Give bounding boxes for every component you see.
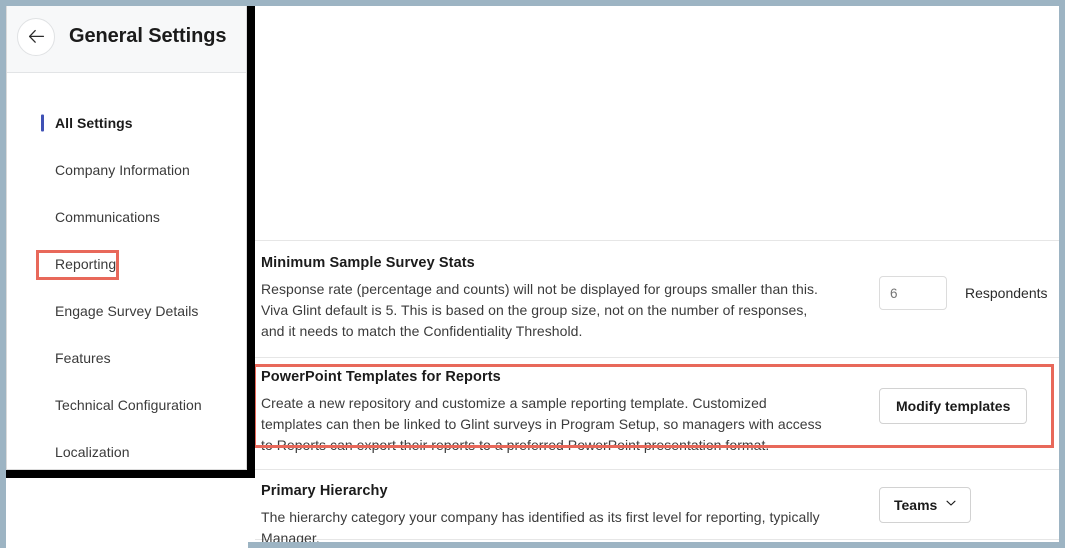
sidebar-item-label: Communications (55, 208, 160, 225)
section-divider (255, 469, 1059, 470)
minimum-sample-respondents-input[interactable] (879, 276, 947, 310)
left-empty-area (6, 486, 248, 548)
sidebar-item-label: All Settings (55, 114, 133, 131)
setting-description: The hierarchy category your company has … (261, 508, 820, 542)
sidebar-item-label: Engage Survey Details (55, 302, 199, 319)
respondents-label: Respondents (965, 285, 1048, 301)
window-border-bottom (248, 542, 1065, 548)
setting-description: Create a new repository and customize a … (261, 394, 822, 454)
screenshot-root: Minimum Sample Survey Stats Response rat… (0, 0, 1065, 548)
setting-row-powerpoint-templates: PowerPoint Templates for Reports Create … (255, 368, 1059, 464)
section-divider (255, 357, 1059, 358)
sidebar-item-label: Company Information (55, 161, 190, 178)
modify-templates-button[interactable]: Modify templates (879, 388, 1028, 424)
sidebar-item-label: Features (55, 349, 111, 366)
setting-control-block: Modify templates (825, 368, 1059, 424)
setting-title: PowerPoint Templates for Reports (261, 369, 501, 385)
sidebar-item-technical-configuration[interactable]: Technical Configuration (7, 381, 246, 428)
setting-text-block: Primary Hierarchy The hierarchy category… (255, 482, 825, 542)
setting-control-block: Respondents (825, 254, 1059, 310)
setting-text-block: Minimum Sample Survey Stats Response rat… (255, 254, 825, 342)
sidebar-item-features[interactable]: Features (7, 334, 246, 381)
sidebar-item-label: Technical Configuration (55, 396, 202, 413)
sidebar-header: General Settings (7, 1, 246, 73)
sidebar-item-communications[interactable]: Communications (7, 193, 246, 240)
setting-control-block: Teams (825, 482, 1059, 523)
setting-row-minimum-sample-survey-stats: Minimum Sample Survey Stats Response rat… (255, 254, 1059, 354)
settings-sidebar: General Settings All Settings Company In… (6, 0, 247, 470)
sidebar-item-engage-survey-details[interactable]: Engage Survey Details (7, 287, 246, 334)
back-button[interactable] (17, 17, 55, 56)
arrow-left-icon (28, 29, 45, 44)
sidebar-item-all-settings[interactable]: All Settings (7, 99, 246, 146)
setting-description: Response rate (percentage and counts) wi… (261, 280, 818, 340)
setting-row-primary-hierarchy: Primary Hierarchy The hierarchy category… (255, 482, 1059, 542)
sidebar-callout-overlay: General Settings All Settings Company In… (6, 0, 255, 478)
chevron-down-icon (946, 498, 956, 508)
window-border-right (1059, 0, 1065, 548)
primary-hierarchy-dropdown-label: Teams (894, 497, 938, 513)
settings-content-panel: Minimum Sample Survey Stats Response rat… (255, 6, 1059, 542)
sidebar-item-label: Reporting (55, 255, 117, 272)
page-title: General Settings (69, 25, 227, 47)
sidebar-item-company-information[interactable]: Company Information (7, 146, 246, 193)
sidebar-nav: All Settings Company Information Communi… (7, 73, 246, 469)
setting-text-block: PowerPoint Templates for Reports Create … (255, 368, 825, 456)
sidebar-item-localization[interactable]: Localization (7, 428, 246, 469)
section-divider (255, 240, 1059, 241)
setting-title: Minimum Sample Survey Stats (261, 255, 475, 271)
setting-title: Primary Hierarchy (261, 483, 388, 499)
sidebar-item-label: Localization (55, 443, 130, 460)
sidebar-item-reporting[interactable]: Reporting (7, 240, 246, 287)
primary-hierarchy-dropdown[interactable]: Teams (879, 487, 972, 523)
